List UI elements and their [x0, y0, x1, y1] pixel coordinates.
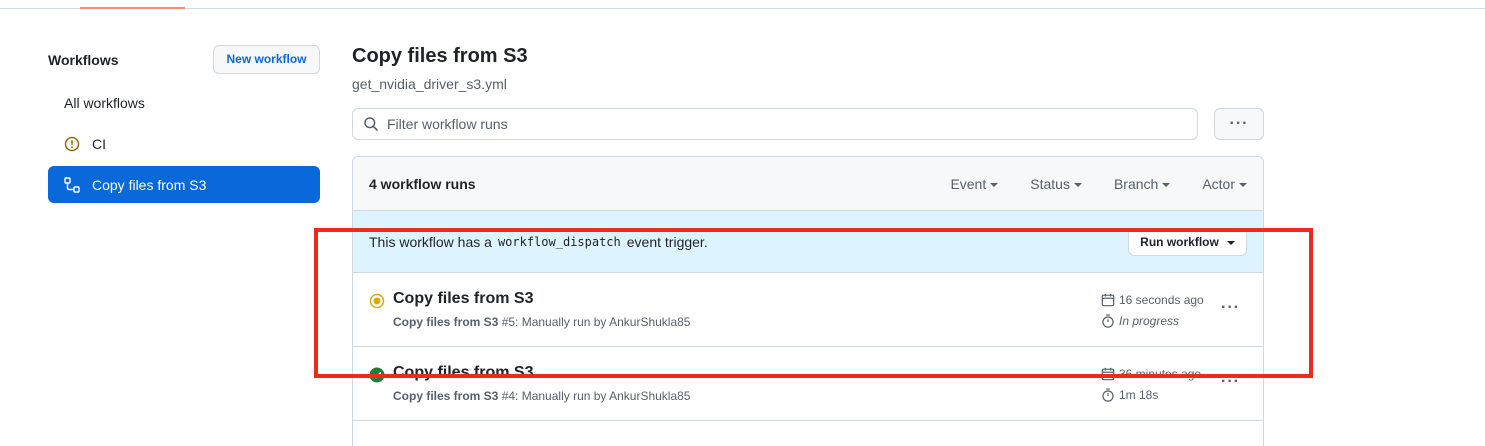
- sidebar-item-copy-files-from-s3[interactable]: Copy files from S3: [48, 166, 320, 203]
- runs-header: 4 workflow runs Event Status Branch Acto…: [353, 157, 1263, 211]
- branch-filter-label: Branch: [1113, 175, 1159, 192]
- run-workflow-name: Copy files from S3: [393, 389, 499, 403]
- filter-box[interactable]: [352, 108, 1198, 140]
- chevron-down-icon: [1239, 182, 1247, 187]
- workflow-icon: [64, 176, 80, 193]
- run-duration-text: In progress: [1119, 314, 1180, 328]
- run-timestamp: 36 minutes ago: [1101, 367, 1201, 381]
- run-time-text: 36 minutes ago: [1119, 367, 1202, 381]
- sidebar-item-label: Copy files from S3: [92, 176, 207, 193]
- run-duration-text: 1m 18s: [1119, 388, 1159, 402]
- search-icon: [363, 116, 379, 132]
- run-meta: Copy files from S3 #4: Manually run by A…: [393, 389, 690, 403]
- run-more-options-button[interactable]: ···: [1221, 299, 1240, 317]
- chevron-down-icon: [1226, 240, 1235, 245]
- workflow-file-name[interactable]: get_nvidia_driver_s3.yml: [352, 74, 1264, 94]
- active-tab-underline: [80, 7, 185, 9]
- dispatch-trigger-banner: This workflow has a workflow_dispatch ev…: [353, 211, 1263, 273]
- run-detail: #5: Manually run by AnkurShukla85: [498, 315, 691, 329]
- in-progress-status-icon: [369, 293, 385, 309]
- chevron-down-icon: [1162, 182, 1171, 187]
- filter-workflow-runs-input[interactable]: [387, 116, 1167, 132]
- filter-row: ···: [352, 108, 1264, 140]
- stopwatch-icon: [1101, 388, 1115, 402]
- sidebar-item-ci[interactable]: CI: [48, 125, 320, 162]
- run-duration: 1m 18s: [1101, 388, 1158, 402]
- run-detail: #4: Manually run by AnkurShukla85: [498, 389, 691, 403]
- calendar-icon: [1101, 367, 1115, 381]
- run-duration: In progress: [1101, 314, 1179, 328]
- top-nav-bar: [0, 0, 1485, 9]
- event-filter-dropdown[interactable]: Event: [950, 175, 999, 192]
- run-title-link[interactable]: Copy files from S3: [393, 364, 533, 382]
- dispatch-text-after: event trigger.: [626, 233, 708, 250]
- sidebar-title: Workflows: [48, 52, 119, 68]
- sidebar-header: Workflows New workflow: [48, 44, 320, 74]
- sidebar-item-label: CI: [92, 135, 106, 152]
- more-options-button[interactable]: ···: [1214, 108, 1264, 140]
- run-more-options-button[interactable]: ···: [1221, 373, 1240, 391]
- new-workflow-button[interactable]: New workflow: [213, 44, 320, 74]
- alert-circle-icon: [64, 136, 80, 152]
- workflow-main: Copy files from S3 get_nvidia_driver_s3.…: [352, 42, 1264, 446]
- chevron-down-icon: [1073, 182, 1082, 187]
- dispatch-event-code: workflow_dispatch: [497, 234, 621, 249]
- workflows-sidebar: Workflows New workflow All workflows CI …: [48, 44, 320, 203]
- run-time-text: 16 seconds ago: [1119, 293, 1204, 307]
- status-filter-dropdown[interactable]: Status: [1030, 176, 1082, 192]
- actor-filter-label: Actor: [1202, 175, 1235, 192]
- run-meta: Copy files from S3 #5: Manually run by A…: [393, 315, 690, 329]
- stopwatch-icon: [1101, 314, 1115, 328]
- chevron-down-icon: [990, 182, 999, 187]
- event-filter-label: Event: [950, 175, 987, 192]
- sidebar-item-all-workflows[interactable]: All workflows: [48, 84, 320, 121]
- workflow-run-row[interactable]: Copy files from S3 Copy files from S3 #4…: [353, 347, 1263, 421]
- runs-count: 4 workflow runs: [369, 175, 476, 192]
- status-filter-label: Status: [1030, 175, 1070, 192]
- success-check-icon: [369, 367, 385, 383]
- branch-filter-dropdown[interactable]: Branch: [1113, 175, 1171, 192]
- calendar-icon: [1101, 293, 1115, 307]
- workflow-run-row[interactable]: Copy files from S3 Copy files from S3 #5…: [353, 273, 1263, 347]
- dispatch-text-before: This workflow has a: [369, 233, 492, 250]
- workflow-runs-panel: 4 workflow runs Event Status Branch Acto…: [352, 156, 1264, 446]
- run-workflow-label: Run workflow: [1140, 234, 1219, 249]
- run-timestamp: 16 seconds ago: [1101, 293, 1204, 307]
- run-title-link[interactable]: Copy files from S3: [393, 290, 533, 308]
- sidebar-item-label: All workflows: [64, 94, 145, 111]
- run-workflow-name: Copy files from S3: [393, 315, 499, 329]
- page-title: Copy files from S3: [352, 45, 528, 67]
- actor-filter-dropdown[interactable]: Actor: [1202, 176, 1247, 192]
- run-workflow-button[interactable]: Run workflow: [1128, 227, 1247, 256]
